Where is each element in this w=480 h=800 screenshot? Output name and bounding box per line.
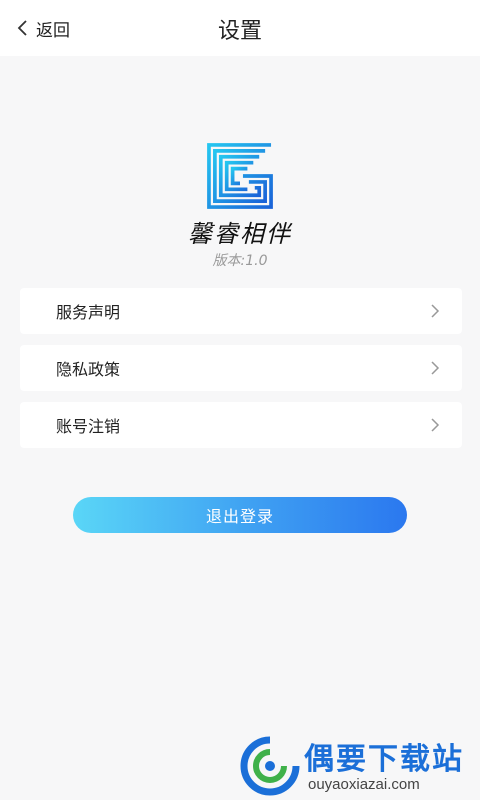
page-title: 设置	[217, 19, 262, 44]
watermark-logo-icon	[240, 736, 300, 796]
menu-item-label: 账号注销	[56, 417, 121, 436]
menu-item-label: 隐私政策	[56, 360, 121, 379]
chevron-right-icon	[431, 304, 440, 318]
watermark-url: ouyaoxiazai.com	[308, 776, 420, 793]
watermark-name: 偶要下载站	[304, 742, 464, 777]
menu-item-account-deletion[interactable]: 账号注销	[20, 402, 462, 448]
menu-item-label: 服务声明	[56, 303, 121, 322]
menu-item-privacy-policy[interactable]: 隐私政策	[20, 345, 462, 391]
app-name: 馨睿相伴	[188, 220, 292, 248]
menu-item-service-statement[interactable]: 服务声明	[20, 288, 462, 334]
watermark: 偶要下载站 ouyaoxiazai.com	[238, 732, 478, 800]
top-bar: 返回 设置	[0, 0, 480, 56]
logout-button[interactable]: 退出登录	[73, 497, 407, 533]
app-version: 版本:1.0	[212, 253, 268, 269]
chevron-right-icon	[431, 361, 440, 375]
chevron-right-icon	[431, 418, 440, 432]
maze-logo-icon	[207, 143, 273, 209]
